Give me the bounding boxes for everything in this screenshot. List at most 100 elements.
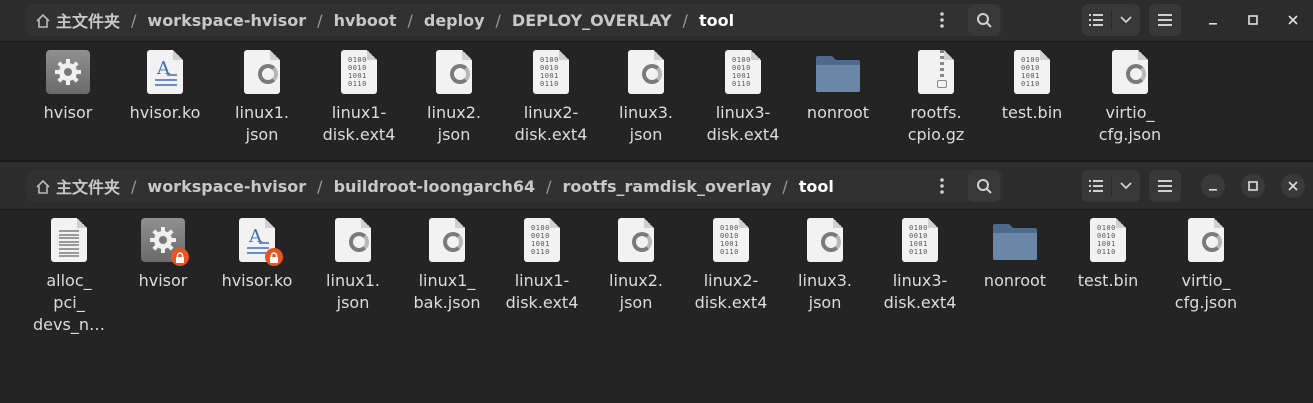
file-name: linux1. json bbox=[326, 271, 380, 312]
file-item[interactable]: virtio_ cfg.json bbox=[1161, 218, 1251, 314]
vertical-dots-icon[interactable] bbox=[926, 4, 958, 36]
file-name: linux3- disk.ext4 bbox=[706, 103, 780, 144]
file-grid: alloc_ pci_ devs_n… hvisor Ahvisor.ko linux… bbox=[18, 210, 1313, 403]
file-item[interactable]: 0100 0010 1001 0110 linux3- disk.ext4 bbox=[698, 50, 788, 146]
minimize-icon[interactable] bbox=[1201, 174, 1225, 198]
folder-icon bbox=[814, 54, 862, 94]
file-item[interactable]: linux1. json bbox=[308, 218, 398, 314]
file-icon bbox=[329, 218, 377, 266]
file-name: linux3- disk.ext4 bbox=[883, 271, 957, 312]
breadcrumb-separator: / bbox=[782, 176, 788, 196]
maximize-icon[interactable] bbox=[1241, 174, 1265, 198]
file-item[interactable]: 0100 0010 1001 0110 linux1- disk.ext4 bbox=[314, 50, 404, 146]
gear-icon bbox=[46, 50, 90, 94]
file-name: linux3. json bbox=[798, 271, 852, 312]
file-item[interactable]: linux2. json bbox=[591, 218, 681, 314]
view-switcher[interactable] bbox=[1082, 170, 1140, 202]
file-name: virtio_ cfg.json bbox=[1098, 103, 1162, 144]
chevron-down-icon[interactable] bbox=[1112, 170, 1141, 202]
breadcrumb-item[interactable]: workspace-hvisor bbox=[147, 177, 306, 196]
breadcrumb-item[interactable]: DEPLOY_OVERLAY bbox=[512, 11, 672, 30]
file-item[interactable]: 0100 0010 1001 0110 linux2- disk.ext4 bbox=[506, 50, 596, 146]
binary-file-icon: 0100 0010 1001 0110 bbox=[533, 50, 569, 94]
view-switcher[interactable] bbox=[1082, 4, 1140, 36]
file-icon bbox=[45, 218, 93, 266]
file-icon: A bbox=[141, 50, 189, 98]
archive-file-icon bbox=[918, 50, 954, 94]
file-item[interactable]: 0100 0010 1001 0110 linux2- disk.ext4 bbox=[686, 218, 776, 314]
file-icon: 0100 0010 1001 0110 bbox=[896, 218, 944, 266]
file-name: linux2. json bbox=[609, 271, 663, 312]
search-icon[interactable] bbox=[968, 4, 1000, 36]
breadcrumb-item[interactable]: workspace-hvisor bbox=[147, 11, 306, 30]
binary-file-icon: 0100 0010 1001 0110 bbox=[1014, 50, 1050, 94]
file-item[interactable]: virtio_ cfg.json bbox=[1085, 50, 1175, 146]
file-item[interactable]: 0100 0010 1001 0110 linux3- disk.ext4 bbox=[875, 218, 965, 314]
file-item[interactable]: 0100 0010 1001 0110 linux1- disk.ext4 bbox=[497, 218, 587, 314]
breadcrumb-separator: / bbox=[131, 10, 137, 30]
breadcrumb-separator: / bbox=[546, 176, 552, 196]
file-name: alloc_ pci_ devs_n… bbox=[33, 271, 105, 334]
json-file-icon bbox=[335, 218, 371, 262]
file-item[interactable]: rootfs. cpio.gz bbox=[891, 50, 981, 146]
headerbar: 主文件夹 / workspace-hvisor / hvboot / deploy / DEPL… bbox=[0, 0, 1313, 42]
file-item[interactable]: hvisor bbox=[23, 50, 113, 124]
file-name: linux1_ bak.json bbox=[413, 271, 481, 312]
path-bar[interactable]: 主文件夹 / workspace-hvisor / hvboot / deploy / DEPL… bbox=[26, 4, 1003, 36]
file-name: test.bin bbox=[1001, 103, 1063, 122]
file-icon: 0100 0010 1001 0110 bbox=[527, 50, 575, 98]
path-bar[interactable]: 主文件夹 / workspace-hvisor / buildroot-loongarc… bbox=[26, 170, 1003, 202]
hamburger-menu-icon[interactable] bbox=[1149, 4, 1181, 36]
file-item[interactable]: nonroot bbox=[793, 50, 883, 124]
home-icon bbox=[36, 13, 50, 28]
breadcrumb-item[interactable]: tool bbox=[699, 11, 734, 30]
vertical-dots-icon[interactable] bbox=[926, 170, 958, 202]
close-icon[interactable] bbox=[1281, 174, 1305, 198]
file-name: nonroot bbox=[983, 271, 1047, 290]
file-item[interactable]: linux1. json bbox=[217, 50, 307, 146]
breadcrumb-separator: / bbox=[317, 10, 323, 30]
file-item[interactable]: 0100 0010 1001 0110 test.bin bbox=[987, 50, 1077, 124]
breadcrumb-item[interactable]: 主文件夹 bbox=[56, 174, 120, 198]
list-view-icon[interactable] bbox=[1082, 4, 1111, 36]
hamburger-menu-icon[interactable] bbox=[1149, 170, 1181, 202]
maximize-icon[interactable] bbox=[1241, 8, 1265, 32]
breadcrumb-item[interactable]: deploy bbox=[424, 11, 485, 30]
binary-file-icon: 0100 0010 1001 0110 bbox=[1090, 218, 1126, 262]
close-icon[interactable] bbox=[1281, 8, 1305, 32]
file-icon: 0100 0010 1001 0110 bbox=[719, 50, 767, 98]
binary-file-icon: 0100 0010 1001 0110 bbox=[524, 218, 560, 262]
document-icon: A bbox=[147, 50, 183, 94]
file-item[interactable]: linux3. json bbox=[601, 50, 691, 146]
file-icon bbox=[612, 218, 660, 266]
list-view-icon[interactable] bbox=[1082, 170, 1111, 202]
file-item[interactable]: linux2. json bbox=[409, 50, 499, 146]
json-file-icon bbox=[1188, 218, 1224, 262]
search-icon[interactable] bbox=[968, 170, 1000, 202]
file-icon bbox=[423, 218, 471, 266]
file-item[interactable]: nonroot bbox=[970, 218, 1060, 292]
breadcrumb-separator: / bbox=[495, 10, 501, 30]
breadcrumb-item[interactable]: buildroot-loongarch64 bbox=[334, 177, 536, 196]
file-item[interactable]: Ahvisor.ko bbox=[212, 218, 302, 292]
file-icon bbox=[622, 50, 670, 98]
file-icon: A bbox=[233, 218, 283, 266]
file-item[interactable]: hvisor bbox=[118, 218, 208, 292]
file-item[interactable]: linux3. json bbox=[780, 218, 870, 314]
breadcrumb-separator: / bbox=[131, 176, 137, 196]
file-icon: 0100 0010 1001 0110 bbox=[518, 218, 566, 266]
file-icon bbox=[814, 50, 862, 98]
chevron-down-icon[interactable] bbox=[1112, 4, 1141, 36]
breadcrumb-item[interactable]: hvboot bbox=[334, 11, 397, 30]
file-item[interactable]: 0100 0010 1001 0110 test.bin bbox=[1063, 218, 1153, 292]
json-file-icon bbox=[628, 50, 664, 94]
breadcrumb-item[interactable]: tool bbox=[799, 177, 834, 196]
file-item[interactable]: linux1_ bak.json bbox=[402, 218, 492, 314]
breadcrumb-separator: / bbox=[682, 10, 688, 30]
file-item[interactable]: alloc_ pci_ devs_n… bbox=[24, 218, 114, 336]
breadcrumb-item[interactable]: 主文件夹 bbox=[56, 8, 120, 32]
breadcrumb-item[interactable]: rootfs_ramdisk_overlay bbox=[563, 177, 772, 196]
file-name: virtio_ cfg.json bbox=[1174, 271, 1238, 312]
minimize-icon[interactable] bbox=[1201, 8, 1225, 32]
file-item[interactable]: Ahvisor.ko bbox=[120, 50, 210, 124]
